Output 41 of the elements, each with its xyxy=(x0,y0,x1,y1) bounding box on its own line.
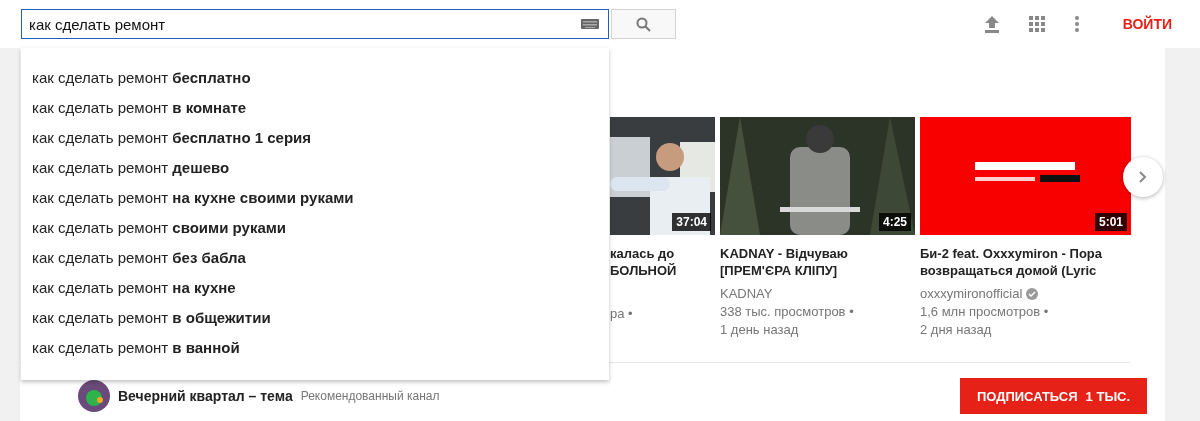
more-icon xyxy=(1074,16,1079,32)
duration-badge: 4:25 xyxy=(878,213,911,231)
video-title[interactable]: [ПРЕМ'ЄРА КЛІПУ] xyxy=(720,262,915,279)
suggestion-item[interactable]: как сделать ремонт на кухне своими руками xyxy=(21,183,609,213)
chevron-right-icon xyxy=(1139,171,1147,183)
video-title[interactable]: БОЛЬНОЙ xyxy=(610,262,715,279)
search-icon xyxy=(636,16,651,32)
channel-name[interactable]: Вечерний квартал – тема xyxy=(118,388,293,404)
duration-badge: 37:04 xyxy=(672,213,711,231)
login-link[interactable]: ВОЙТИ xyxy=(1122,16,1172,32)
video-meta: 338 тыс. просмотров • xyxy=(720,303,855,321)
suggestion-item[interactable]: как сделать ремонт без бабла xyxy=(21,243,609,273)
suggestion-item[interactable]: как сделать ремонт в комнате xyxy=(21,93,609,123)
suggestion-item[interactable]: как сделать ремонт в общежитии xyxy=(21,303,609,333)
suggestion-item[interactable]: как сделать ремонт в ванной xyxy=(21,333,609,363)
video-title[interactable]: Би-2 feat. Oxxxymiron - Пора xyxy=(920,245,1131,262)
video-title[interactable]: возвращаться домой (Lyric xyxy=(920,262,1131,279)
duration-badge: 5:01 xyxy=(1094,213,1127,231)
upload-button[interactable] xyxy=(984,15,999,33)
apps-button[interactable] xyxy=(1028,16,1045,32)
channel-name[interactable]: KADNAY xyxy=(720,285,773,303)
channel-name[interactable]: oxxxymironofficial xyxy=(920,285,1023,303)
video-title[interactable]: калась до xyxy=(610,245,715,262)
more-button[interactable] xyxy=(1074,16,1079,32)
grid-icon xyxy=(1028,16,1045,32)
suggestion-item[interactable]: как сделать ремонт бесплатно 1 серия xyxy=(21,123,609,153)
suggestion-item[interactable]: как сделать ремонт бесплатно xyxy=(21,63,609,93)
suggestion-item[interactable]: как сделать ремонт на кухне xyxy=(21,273,609,303)
keyboard-icon[interactable] xyxy=(581,19,599,29)
upload-icon xyxy=(984,15,999,33)
video-meta: 2 дня назад xyxy=(920,321,993,339)
search-field[interactable]: как сделать ремонт xyxy=(21,9,609,39)
video-title[interactable]: KADNAY - Відчуваю xyxy=(720,245,915,262)
video-meta: 1,6 млн просмотров • xyxy=(920,303,1050,321)
channel-note: Рекомендованный канал xyxy=(300,389,440,403)
video-meta: 1 день назад xyxy=(720,321,800,339)
subscribe-button[interactable]: ПОДПИСАТЬСЯ 1 ТЫС. xyxy=(960,378,1147,414)
suggestion-item[interactable]: как сделать ремонт дешево xyxy=(21,153,609,183)
search-button[interactable] xyxy=(611,9,676,39)
video-meta: ра • xyxy=(610,305,634,323)
suggestion-item[interactable]: как сделать ремонт своими руками xyxy=(21,213,609,243)
